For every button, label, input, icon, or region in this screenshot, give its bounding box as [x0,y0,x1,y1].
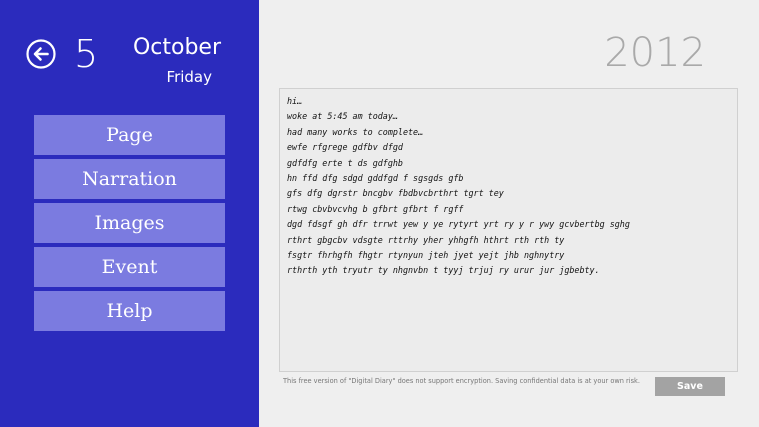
text-line: rthrth yth tryutr ty nhgnvbn t tyyj trju… [287,265,600,276]
save-button[interactable]: Save [655,377,725,396]
nav-narration-button[interactable]: Narration [34,159,225,199]
text-line: fsgtr fhrhgfh fhgtr rtynyun jteh jyet ye… [287,250,565,261]
nav-images-button[interactable]: Images [34,203,225,243]
text-line: gfs dfg dgrstr bncgbv fbdbvcbrthrt tgrt … [287,188,504,199]
nav-item-label: Help [106,300,153,322]
text-line: ewfe rfgrege gdfbv dfgd [287,142,403,153]
year-label: 2012 [604,30,706,76]
text-line: had many works to complete… [287,126,424,137]
nav-item-label: Page [106,124,153,146]
month-label: October [132,35,221,60]
nav-menu: Page Narration Images Event Help [34,115,225,335]
text-line: gdfdfg erte t ds gdfghb [287,157,403,168]
encryption-notice: This free version of "Digital Diary" doe… [283,377,640,385]
diary-text-area[interactable]: hi… woke at 5:45 am today… had many work… [279,88,738,372]
day-number: 5 [74,32,99,76]
text-line: hn ffd dfg sdgd gddfgd f sgsgds gfb [287,173,464,184]
text-line: rtwg cbvbvcvhg b gfbrt gfbrt f rgff [287,203,464,214]
text-line: hi… [287,96,303,106]
back-button[interactable] [26,39,56,69]
text-line: dgd fdsgf gh dfr trrwt yew y ye rytyrt y… [287,219,630,230]
nav-item-label: Event [101,256,158,278]
save-button-label: Save [677,381,703,392]
weekday-label: Friday [166,68,212,86]
nav-item-label: Images [94,212,165,234]
nav-help-button[interactable]: Help [34,291,225,331]
text-line: rthrt gbgcbv vdsgte rttrhy yher yhhgfh h… [287,234,565,245]
arrow-left-circle-icon [26,39,56,69]
nav-event-button[interactable]: Event [34,247,225,287]
nav-item-label: Narration [82,168,177,190]
sidebar: 5 October Friday Page Narration Images E… [0,0,259,427]
text-line: woke at 5:45 am today… [287,111,398,122]
nav-page-button[interactable]: Page [34,115,225,155]
